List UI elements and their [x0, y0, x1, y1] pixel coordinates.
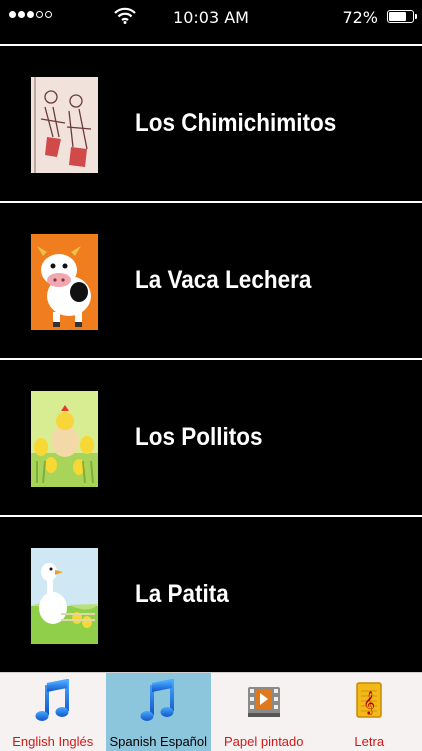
tab-label: Papel pintado — [211, 734, 317, 749]
song-row-los-pollitos[interactable]: Los Pollitos — [0, 360, 422, 515]
song-row-los-chimichimitos[interactable]: Los Chimichimitos — [0, 46, 422, 201]
tab-label: English Inglés — [0, 734, 106, 749]
svg-text:𝄞: 𝄞 — [363, 690, 375, 715]
tab-english[interactable]: English Inglés — [0, 673, 106, 751]
song-title: La Vaca Lechera — [135, 203, 311, 358]
song-list: Los Chimichimitos La Vaca Lechera — [0, 44, 422, 674]
song-row-la-patita[interactable]: La Patita — [0, 517, 422, 672]
tab-bar: English Inglés Spanish Español Papel pin… — [0, 672, 422, 751]
chicks-icon — [31, 391, 98, 487]
song-row-la-vaca-lechera[interactable]: La Vaca Lechera — [0, 203, 422, 358]
duck-icon — [31, 548, 98, 644]
battery-percentage: 72% — [342, 8, 378, 27]
status-bar: 10:03 AM 72% — [0, 0, 422, 34]
music-sheet-icon: 𝄞 — [351, 679, 387, 723]
battery-icon — [387, 10, 414, 23]
film-icon — [246, 679, 282, 723]
tab-label: Letra — [317, 734, 422, 749]
cow-icon — [31, 234, 98, 330]
music-note-icon — [35, 679, 71, 723]
song-title: Los Pollitos — [135, 360, 263, 515]
song-title: La Patita — [135, 517, 229, 672]
tab-wallpaper[interactable]: Papel pintado — [211, 673, 317, 751]
tab-lyrics[interactable]: 𝄞 Letra — [317, 673, 422, 751]
tab-label: Spanish Español — [106, 734, 212, 749]
song-title: Los Chimichimitos — [135, 46, 336, 201]
cartoon-drawing-icon — [31, 77, 98, 173]
music-note-icon — [140, 679, 176, 723]
tab-spanish[interactable]: Spanish Español — [106, 673, 212, 751]
